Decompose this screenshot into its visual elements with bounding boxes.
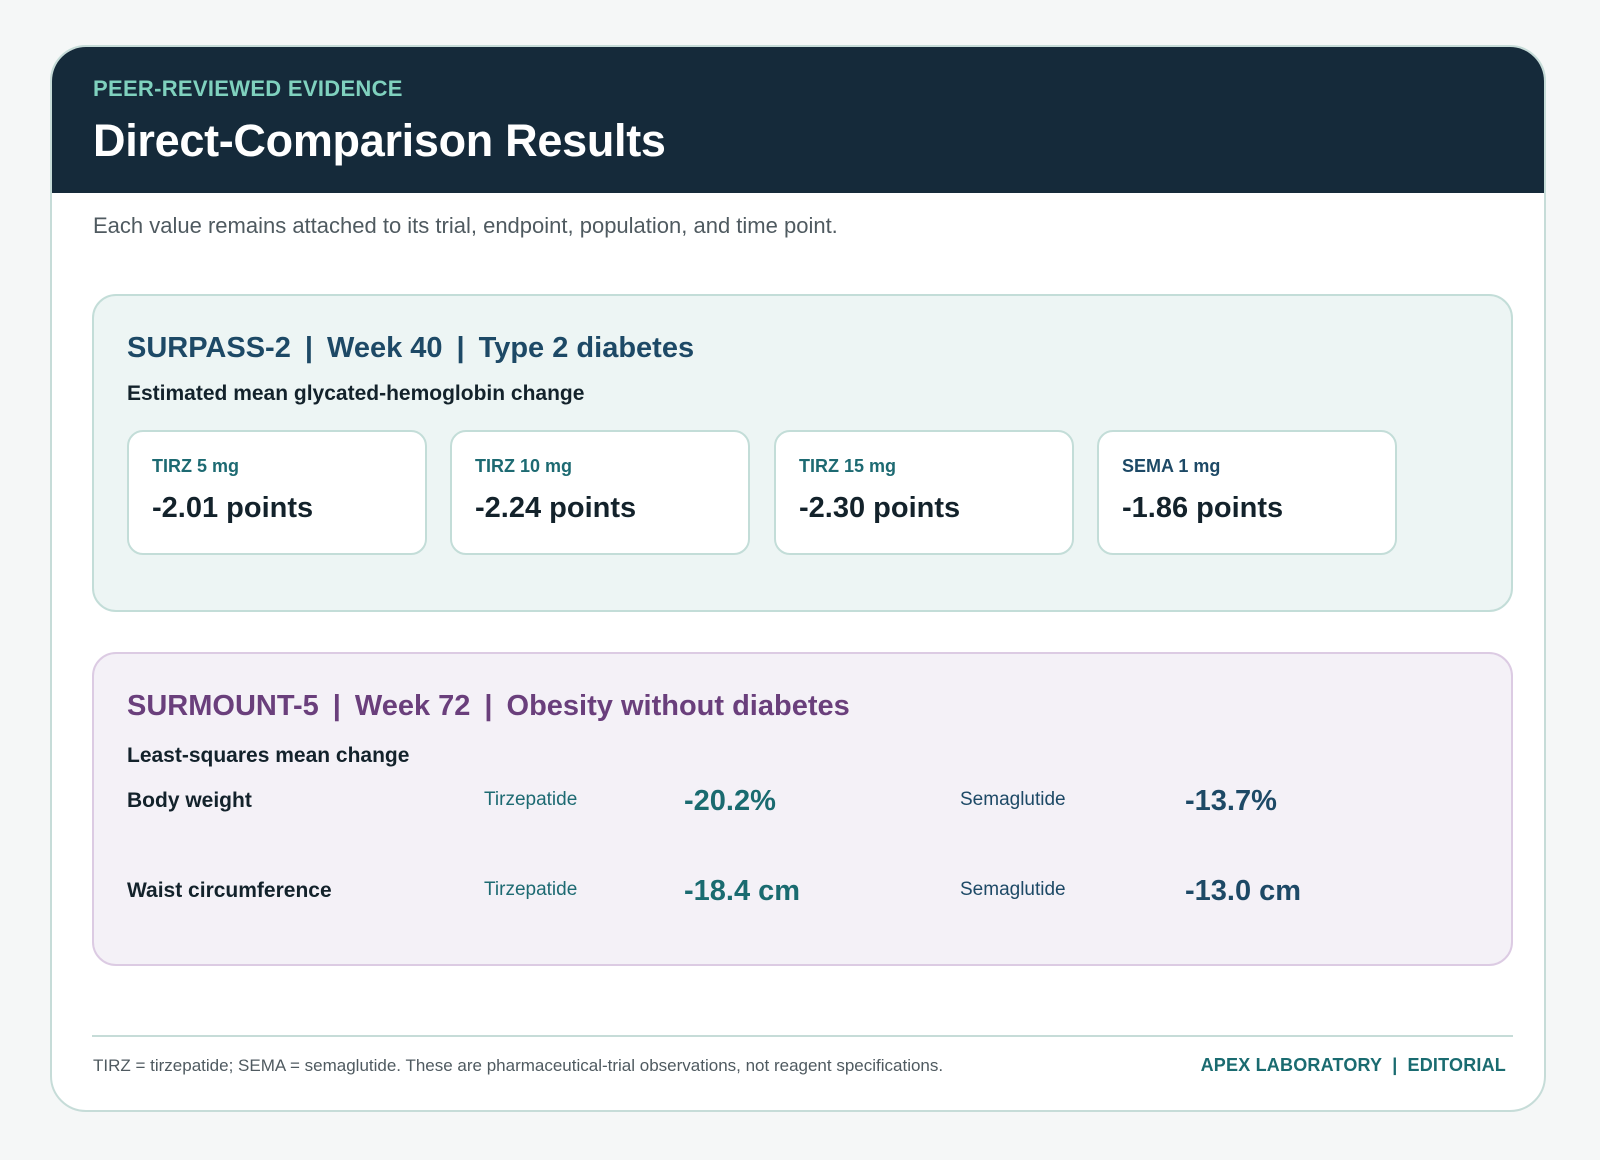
- page-title: Direct-Comparison Results: [93, 115, 666, 166]
- arm-label: TIRZ 10 mg: [475, 456, 573, 476]
- footer-divider: [92, 1035, 1513, 1037]
- arm-value: -2.01 points: [152, 492, 314, 524]
- surpass-endpoint: Estimated mean glycated-hemoglobin chang…: [127, 382, 585, 405]
- title-separator: |: [484, 690, 493, 722]
- arm-value: -2.24 points: [475, 492, 637, 524]
- eyebrow-label: PEER-REVIEWED EVIDENCE: [93, 76, 403, 101]
- surmount-panel: SURMOUNT-5 | Week 72 | Obesity without diabe…: [92, 652, 1513, 966]
- surpass-panel-title: SURPASS-2 | Week 40 | Type 2 diabetes: [127, 332, 694, 365]
- surpass-panel: SURPASS-2 | Week 40 | Type 2 diabetes Estima…: [92, 294, 1513, 612]
- arm-label: TIRZ 15 mg: [799, 456, 897, 476]
- timepoint: Week 40: [326, 332, 443, 364]
- population: Obesity without diabetes: [506, 690, 850, 722]
- arm-card-sema-1: SEMA 1 mg -1.86 points: [1097, 430, 1397, 555]
- trial-name: SURMOUNT-5: [127, 690, 319, 722]
- drug-label-semaglutide: Semaglutide: [960, 879, 1066, 900]
- metric-tirzepatide: -20.2%: [684, 785, 776, 817]
- title-separator: |: [332, 690, 341, 722]
- timepoint: Week 72: [354, 690, 471, 722]
- population: Type 2 diabetes: [478, 332, 695, 364]
- brand-name: APEX LABORATORY: [1200, 1055, 1383, 1075]
- metric-semaglutide: -13.7%: [1185, 785, 1277, 817]
- row-label: Body weight: [127, 789, 252, 812]
- brand-section: EDITORIAL: [1407, 1055, 1506, 1075]
- evidence-card: PEER-REVIEWED EVIDENCE Direct-Comparison…: [50, 45, 1546, 1112]
- surmount-panel-title: SURMOUNT-5 | Week 72 | Obesity without diabe…: [127, 690, 850, 723]
- brand-separator: |: [1392, 1055, 1398, 1075]
- card-header: PEER-REVIEWED EVIDENCE Direct-Comparison…: [52, 47, 1544, 193]
- arm-card-tirz-10: TIRZ 10 mg -2.24 points: [450, 430, 750, 555]
- arm-value: -1.86 points: [1122, 492, 1284, 524]
- footnote: TIRZ = tirzepatide; SEMA = semaglutide. …: [93, 1056, 944, 1075]
- arm-value: -2.30 points: [799, 492, 961, 524]
- title-separator: |: [304, 332, 313, 364]
- metric-semaglutide: -13.0 cm: [1185, 875, 1302, 907]
- drug-label-tirzepatide: Tirzepatide: [484, 789, 578, 810]
- title-separator: |: [456, 332, 465, 364]
- metric-tirzepatide: -18.4 cm: [684, 875, 801, 907]
- page-subtitle: Each value remains attached to its trial…: [93, 213, 838, 238]
- trial-name: SURPASS-2: [127, 332, 291, 364]
- arm-card-tirz-15: TIRZ 15 mg -2.30 points: [774, 430, 1074, 555]
- arm-card-tirz-5: TIRZ 5 mg -2.01 points: [127, 430, 427, 555]
- surmount-endpoint: Least-squares mean change: [127, 744, 410, 767]
- arm-label: SEMA 1 mg: [1122, 456, 1221, 476]
- drug-label-tirzepatide: Tirzepatide: [484, 879, 578, 900]
- brand-signature: APEX LABORATORY | EDITORIAL: [1201, 1055, 1506, 1076]
- row-label: Waist circumference: [127, 879, 332, 902]
- arm-label: TIRZ 5 mg: [152, 456, 240, 476]
- drug-label-semaglutide: Semaglutide: [960, 789, 1066, 810]
